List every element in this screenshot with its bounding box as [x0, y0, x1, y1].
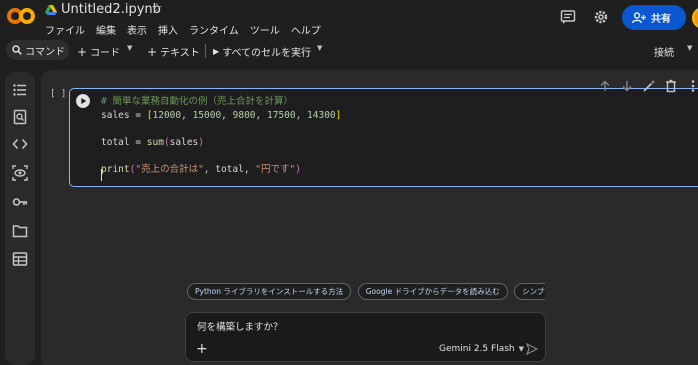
colab-logo-icon[interactable] — [7, 7, 35, 25]
google-drive-icon — [45, 5, 57, 15]
suggestion-chip[interactable]: Python ライブラリをインストールする方法 — [187, 283, 352, 300]
table-of-contents-icon[interactable] — [12, 82, 28, 98]
connect-label: 接続 — [654, 48, 674, 59]
play-icon: ▶ — [213, 47, 220, 56]
connect-dropdown-button[interactable]: ▼ — [687, 44, 692, 52]
toolbar: コマンド + コード ▼ + テキスト ▶ すべてのセルを実行 ▼ 接続 ▼ — [0, 38, 698, 64]
connect-button[interactable]: 接続 — [654, 44, 674, 59]
trash-icon[interactable] — [664, 79, 678, 93]
model-label: Gemini 2.5 Flash — [439, 344, 515, 354]
code-line: sales = [12000, 15000, 9800, 17500, 1430… — [101, 109, 341, 123]
share-label: 共有 — [651, 14, 671, 25]
share-button[interactable]: 共有 — [622, 5, 686, 30]
cell-execution-count: [ ] — [50, 89, 67, 99]
gear-icon[interactable] — [593, 9, 609, 25]
magic-wand-icon[interactable] — [642, 79, 656, 93]
notebook-title[interactable]: Untitled2.ipynb — [61, 2, 161, 17]
menu-edit[interactable]: 編集 — [96, 22, 116, 37]
chevron-down-icon: ▼ — [687, 44, 693, 52]
run-all-button[interactable]: ▶ すべてのセルを実行 — [213, 44, 311, 59]
avatar[interactable] — [692, 7, 698, 29]
text-label: テキスト — [160, 48, 200, 59]
menu-file[interactable]: ファイル — [45, 22, 85, 37]
code-snippets-icon[interactable] — [12, 136, 28, 152]
left-sidebar — [5, 72, 35, 365]
menu-help[interactable]: ヘルプ — [291, 22, 321, 37]
chevron-down-icon: ▼ — [127, 44, 133, 52]
run-all-label: すべてのセルを実行 — [222, 48, 312, 59]
menu-insert[interactable]: 挿入 — [158, 22, 178, 37]
add-text-button[interactable]: + テキスト — [147, 44, 200, 60]
code-text: sales = [12000, 15000, 9800, 17500, 1430… — [101, 109, 342, 121]
command-palette-button[interactable]: コマンド — [6, 40, 69, 60]
code-text: total = sum(sales) — [101, 136, 205, 148]
command-label: コマンド — [25, 46, 65, 58]
code-line: total = sum(sales) — [101, 136, 341, 150]
gemini-input[interactable]: 何を構築しますか？ — [197, 319, 283, 333]
person-add-icon — [632, 11, 646, 23]
add-attachment-icon[interactable]: + — [196, 341, 208, 357]
folder-icon[interactable] — [12, 223, 28, 239]
code-text: print("売上の合計は", total, "円です") — [101, 163, 301, 175]
find-replace-icon[interactable] — [12, 109, 28, 125]
menu-tools[interactable]: ツール — [250, 22, 280, 37]
menu-view[interactable]: 表示 — [127, 22, 147, 37]
code-editor[interactable]: # 簡単な業務自動化の例（売上合計を計算） sales = [12000, 150… — [101, 95, 341, 176]
cell-toolbar — [598, 79, 698, 93]
plus-icon: + — [147, 44, 158, 59]
chevron-down-icon: ▼ — [518, 345, 524, 353]
add-code-button[interactable]: + コード — [77, 44, 121, 60]
app-header: Untitled2.ipynb ☆ ファイル 編集 表示 挿入 ランタイム ツー… — [0, 0, 698, 38]
more-vert-icon[interactable] — [686, 79, 698, 93]
plus-icon: + — [77, 44, 88, 59]
code-dropdown-button[interactable]: ▼ — [127, 44, 132, 52]
run-all-dropdown-button[interactable]: ▼ — [317, 44, 322, 52]
key-icon[interactable] — [12, 194, 28, 210]
variables-inspector-icon[interactable] — [12, 165, 28, 181]
send-icon[interactable] — [526, 343, 538, 355]
code-line: # 簡単な業務自動化の例（売上合計を計算） — [101, 95, 341, 109]
suggestion-chip[interactable]: シンプルなＭ — [514, 283, 545, 300]
suggestion-chips: Python ライブラリをインストールする方法 Google ドライブからデータ… — [187, 283, 545, 301]
arrow-down-icon[interactable] — [620, 79, 634, 93]
toolbar-divider — [205, 44, 206, 58]
gemini-prompt-box[interactable]: 何を構築しますか？ + Gemini 2.5 Flash ▼ — [185, 312, 546, 362]
suggestion-chip[interactable]: Google ドライブからデータを読み込む — [357, 283, 508, 300]
code-comment: # 簡単な業務自動化の例（売上合計を計算） — [101, 96, 293, 107]
data-table-icon[interactable] — [12, 251, 28, 267]
chevron-down-icon: ▼ — [317, 44, 323, 52]
star-icon[interactable]: ☆ — [151, 1, 163, 16]
search-icon — [12, 45, 22, 55]
comment-icon[interactable] — [560, 9, 576, 25]
text-cursor — [101, 169, 102, 181]
arrow-up-icon[interactable] — [598, 79, 612, 93]
model-selector[interactable]: Gemini 2.5 Flash ▼ — [439, 344, 524, 354]
run-cell-button[interactable] — [76, 94, 90, 108]
menu-runtime[interactable]: ランタイム — [189, 22, 239, 37]
code-line: print("売上の合計は", total, "円です") — [101, 163, 341, 177]
menu-bar: ファイル 編集 表示 挿入 ランタイム ツール ヘルプ — [45, 22, 321, 37]
code-label: コード — [90, 48, 121, 59]
